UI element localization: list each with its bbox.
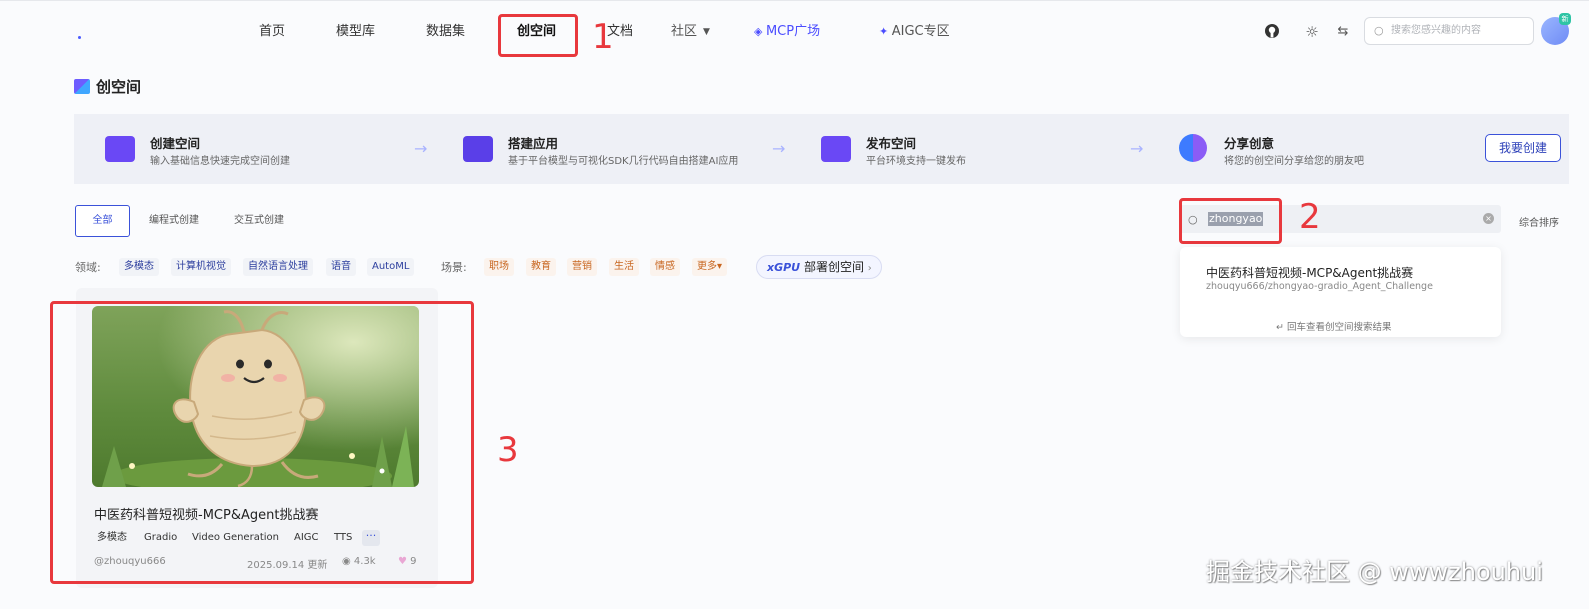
scene-tag-education[interactable]: 教育 <box>526 258 556 276</box>
gpu-deploy-button[interactable]: xGPU 部署创空间 › <box>756 255 882 279</box>
gpu-label: 部署创空间 <box>803 260 864 274</box>
top-border <box>0 0 1589 4</box>
enter-hint: ↵ 回车查看创空间搜索结果 <box>1276 319 1392 333</box>
avatar-badge: 新 <box>1559 13 1571 25</box>
annotation-number-3: 3 <box>497 430 519 470</box>
scene-tag-more[interactable]: 更多▾ <box>692 258 728 276</box>
nav-community-label: 社区 <box>671 24 698 39</box>
step-title-publish: 发布空间 <box>866 136 917 151</box>
tab-programmatic[interactable]: 编程式创建 <box>139 205 209 237</box>
nav-mcp-label: MCP广场 <box>765 24 821 39</box>
studio-logo-icon <box>74 79 90 94</box>
step-desc-create: 输入基础信息快速完成空间创建 <box>150 156 290 167</box>
create-button[interactable]: 我要创建 <box>1485 134 1561 162</box>
enter-hint-text: 回车查看创空间搜索结果 <box>1286 322 1392 333</box>
global-search-placeholder: 搜索您感兴趣的内容 <box>1391 25 1481 36</box>
scene-tag-work[interactable]: 职场 <box>484 258 514 276</box>
code-window-icon <box>463 136 493 162</box>
global-search-input[interactable]: ○ 搜索您感兴趣的内容 <box>1364 17 1534 45</box>
diamond-icon: ◈ <box>754 25 766 38</box>
tab-all[interactable]: 全部 <box>75 205 130 237</box>
arrow-right-icon: → <box>1130 139 1144 158</box>
step-desc-share: 将您的创空间分享给您的朋友吧 <box>1224 156 1364 167</box>
share-icon <box>1179 134 1207 162</box>
step-title-build: 搭建应用 <box>508 136 559 151</box>
sun-icon[interactable]: ☼ <box>1303 23 1321 41</box>
step-title-create: 创建空间 <box>150 136 201 151</box>
sparkle-icon: ✦ <box>879 25 892 38</box>
enter-key-icon: ↵ <box>1276 322 1287 333</box>
domain-tag-cv[interactable]: 计算机视觉 <box>171 258 231 276</box>
clear-icon[interactable]: × <box>1483 213 1494 224</box>
step-desc-build: 基于平台模型与可视化SDK几行代码自由搭建AI应用 <box>508 156 739 167</box>
suggestion-path[interactable]: zhouqyu666/zhongyao-gradio_Agent_Challen… <box>1206 281 1433 292</box>
annotation-box-3 <box>50 301 474 584</box>
scene-label: 场景: <box>441 261 467 274</box>
sort-dropdown[interactable]: 综合排序 <box>1519 214 1559 229</box>
nav-home[interactable]: 首页 <box>259 22 285 42</box>
scene-tag-marketing[interactable]: 营销 <box>567 258 597 276</box>
nav-mcp[interactable]: ◈ MCP广场 <box>754 22 820 42</box>
translate-icon[interactable]: ⇆ <box>1334 23 1352 41</box>
folder-add-icon <box>105 136 135 162</box>
annotation-box-1 <box>498 14 578 57</box>
nav-aigc-label: AIGC专区 <box>891 24 950 39</box>
nav-datasets[interactable]: 数据集 <box>426 22 465 42</box>
publish-icon <box>821 136 851 162</box>
watermark: 掘金技术社区 @ wwwzhouhui <box>1206 558 1543 586</box>
gpu-prefix: xGPU <box>767 261 801 274</box>
domain-tag-multimodal[interactable]: 多模态 <box>119 258 159 276</box>
annotation-number-1: 1 <box>592 17 614 57</box>
page-title-text: 创空间 <box>96 78 142 96</box>
domain-tag-nlp[interactable]: 自然语言处理 <box>243 258 313 276</box>
annotation-box-2 <box>1179 198 1282 244</box>
step-desc-publish: 平台环境支持一键发布 <box>866 156 966 167</box>
annotation-number-2: 2 <box>1299 197 1321 237</box>
nav-aigc[interactable]: ✦ AIGC专区 <box>879 22 950 42</box>
github-icon[interactable] <box>1263 23 1281 41</box>
step-title-share: 分享创意 <box>1224 136 1275 151</box>
nav-community[interactable]: 社区 ▼ <box>671 22 710 42</box>
nav-models[interactable]: 模型库 <box>336 22 375 42</box>
search-icon: ○ <box>1374 24 1384 37</box>
domain-tag-speech[interactable]: 语音 <box>326 258 356 276</box>
scene-tag-life[interactable]: 生活 <box>609 258 639 276</box>
arrow-right-icon: → <box>414 139 428 158</box>
scene-tag-emotion[interactable]: 情感 <box>650 258 680 276</box>
arrow-right-icon: → <box>772 139 786 158</box>
domain-tag-automl[interactable]: AutoML <box>367 258 415 276</box>
domain-label: 领域: <box>75 261 101 274</box>
suggestion-title[interactable]: 中医药科普短视频-MCP&Agent挑战赛 <box>1206 264 1413 281</box>
chevron-down-icon: ▼ <box>703 27 710 37</box>
chevron-right-icon: › <box>867 263 872 274</box>
page-title: 创空间 <box>74 76 141 97</box>
logo-dot <box>78 36 81 39</box>
tab-interactive[interactable]: 交互式创建 <box>224 205 294 237</box>
